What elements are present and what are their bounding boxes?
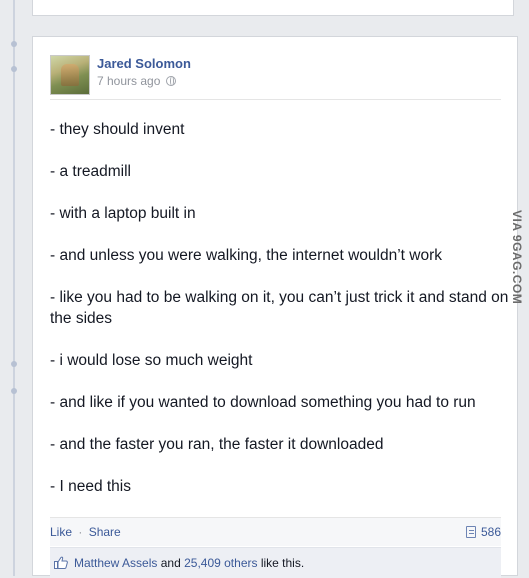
- post-line: - I need this: [50, 478, 131, 495]
- post-header: Jared Solomon 7 hours ago: [50, 55, 501, 97]
- post-line: - they should invent: [50, 121, 185, 138]
- share-button[interactable]: Share: [89, 525, 121, 539]
- comment-count: 586: [480, 525, 501, 539]
- thumbs-up-icon: [54, 556, 68, 569]
- post-body: - they should invent - a treadmill - wit…: [50, 119, 510, 518]
- post-card: Jared Solomon 7 hours ago - they should …: [32, 36, 518, 578]
- post-line: - and unless you were walking, the inter…: [50, 247, 443, 264]
- timestamp[interactable]: 7 hours ago: [97, 74, 160, 88]
- like-button[interactable]: Like: [50, 525, 72, 539]
- likes-suffix: like this.: [260, 556, 305, 570]
- post-line: - like you had to be walking on it, you …: [50, 289, 509, 327]
- post-actions: Like · Share: [50, 525, 121, 539]
- timeline-dot: [11, 41, 17, 47]
- timeline-dot: [11, 361, 17, 367]
- liker-link[interactable]: Matthew Assels: [74, 556, 157, 570]
- action-bar: Like · Share 586: [50, 517, 501, 546]
- likes-summary: Matthew Assels and 25,409 others like th…: [74, 556, 304, 570]
- watermark: VIA 9GAG.COM: [510, 210, 524, 305]
- divider: [50, 99, 501, 100]
- post-line: - with a laptop built in: [50, 205, 196, 222]
- action-separator: ·: [78, 525, 83, 539]
- timeline-dot: [11, 388, 17, 394]
- avatar[interactable]: [50, 55, 90, 95]
- others-link[interactable]: 25,409 others: [184, 556, 257, 570]
- likes-bar: Matthew Assels and 25,409 others like th…: [50, 547, 501, 578]
- timeline-dot: [11, 66, 17, 72]
- likes-and: and: [160, 556, 181, 570]
- author-name[interactable]: Jared Solomon: [97, 56, 191, 71]
- post-line: - a treadmill: [50, 163, 131, 180]
- comment-count-button[interactable]: 586: [465, 524, 501, 539]
- previous-post-card: [32, 0, 514, 16]
- comment-icon: [465, 526, 476, 538]
- globe-icon[interactable]: [166, 76, 177, 86]
- post-line: - i would lose so much weight: [50, 352, 253, 369]
- post-line: - and the faster you ran, the faster it …: [50, 436, 384, 453]
- post-meta: 7 hours ago: [97, 74, 177, 88]
- post-line: - and like if you wanted to download som…: [50, 394, 476, 411]
- timeline-line: [13, 0, 15, 576]
